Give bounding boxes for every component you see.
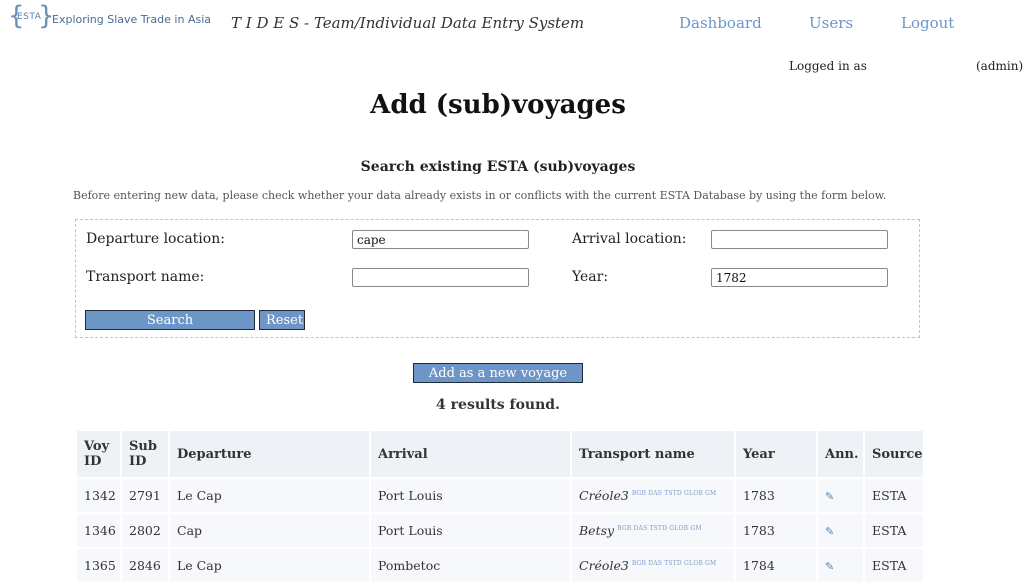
results-count: 4 results found. bbox=[436, 397, 560, 413]
voy-id-link[interactable]: 1365 bbox=[77, 549, 120, 582]
departure-cell: Le Cap bbox=[170, 479, 369, 512]
header-voy-id-line2: ID bbox=[84, 454, 102, 469]
header: { ESTA } Exploring Slave Trade in Asia T… bbox=[0, 0, 1024, 50]
year-cell: 1783 bbox=[736, 514, 816, 547]
year-input[interactable] bbox=[711, 268, 888, 287]
add-new-voyage-button[interactable]: Add as a new voyage bbox=[413, 363, 583, 383]
header-year[interactable]: Year bbox=[736, 431, 816, 477]
table-header-row: Voy ID Sub ID Departure Arrival Transport … bbox=[77, 431, 923, 477]
voy-id-link[interactable]: 1342 bbox=[77, 479, 120, 512]
annotation-cell: ✎ bbox=[818, 479, 863, 512]
header-annotation[interactable]: Ann. bbox=[818, 431, 863, 477]
brace-right-icon: } bbox=[38, 1, 55, 31]
year-label: Year: bbox=[572, 269, 609, 285]
arrival-cell: Port Louis bbox=[371, 479, 570, 512]
logged-in-label: Logged in as bbox=[789, 59, 867, 73]
sub-id-link[interactable]: 2802 bbox=[122, 514, 168, 547]
user-role: (admin) bbox=[976, 59, 1024, 73]
nav-logout[interactable]: Logout bbox=[901, 14, 954, 32]
transport-name-label: Transport name: bbox=[86, 269, 205, 285]
search-intro-text: Before entering new data, please check w… bbox=[73, 189, 887, 202]
pencil-icon[interactable]: ✎ bbox=[825, 560, 834, 573]
results-table: Voy ID Sub ID Departure Arrival Transport … bbox=[75, 429, 925, 584]
transport-name: Créole3 bbox=[579, 558, 629, 573]
sub-id-link[interactable]: 2791 bbox=[122, 479, 168, 512]
arrival-input[interactable] bbox=[711, 230, 888, 249]
logo-text: Exploring Slave Trade in Asia bbox=[52, 12, 212, 26]
transport-cell: Betsy BGB DAS TSTD GLOB GM bbox=[572, 514, 734, 547]
departure-input[interactable] bbox=[352, 230, 529, 249]
search-form: Departure location: Arrival location: Tr… bbox=[75, 219, 920, 338]
table-row: 1365 2846 Le Cap Pombetoc Créole3 BGB DAS… bbox=[77, 549, 923, 582]
transport-cell: Créole3 BGB DAS TSTD GLOB GM bbox=[572, 479, 734, 512]
annotation-cell: ✎ bbox=[818, 514, 863, 547]
header-transport-name[interactable]: Transport name bbox=[572, 431, 734, 477]
header-voy-id-line1: Voy bbox=[84, 439, 110, 454]
app-title: T I D E S - Team/Individual Data Entry S… bbox=[231, 14, 585, 32]
source-tags: BGB DAS TSTD GLOB GM bbox=[631, 559, 717, 567]
page-title: Add (sub)voyages bbox=[370, 90, 626, 120]
voy-id-link[interactable]: 1346 bbox=[77, 514, 120, 547]
esta-logo-mark: { ESTA } bbox=[8, 1, 55, 34]
header-sub-id-line2: ID bbox=[129, 454, 147, 469]
departure-label: Departure location: bbox=[86, 231, 225, 247]
search-section-title: Search existing ESTA (sub)voyages bbox=[360, 159, 636, 175]
departure-cell: Le Cap bbox=[170, 549, 369, 582]
transport-name-input[interactable] bbox=[352, 268, 529, 287]
header-sub-id[interactable]: Sub ID bbox=[122, 431, 168, 477]
annotation-cell: ✎ bbox=[818, 549, 863, 582]
year-cell: 1783 bbox=[736, 479, 816, 512]
year-cell: 1784 bbox=[736, 549, 816, 582]
source-cell: ESTA bbox=[865, 479, 923, 512]
source-tags: BGB DAS TSTD GLOB GM bbox=[617, 524, 702, 532]
header-voy-id[interactable]: Voy ID bbox=[77, 431, 120, 477]
arrival-cell: Pombetoc bbox=[371, 549, 570, 582]
transport-cell: Créole3 BGB DAS TSTD GLOB GM bbox=[572, 549, 734, 582]
source-cell: ESTA bbox=[865, 549, 923, 582]
transport-name: Betsy bbox=[579, 523, 615, 538]
reset-button[interactable]: Reset bbox=[259, 310, 305, 330]
search-button[interactable]: Search bbox=[85, 310, 255, 330]
header-departure[interactable]: Departure bbox=[170, 431, 369, 477]
arrival-label: Arrival location: bbox=[572, 231, 687, 247]
transport-name: Créole3 bbox=[579, 488, 629, 503]
esta-logo[interactable]: { ESTA } Exploring Slave Trade in Asia bbox=[8, 1, 212, 34]
nav-dashboard[interactable]: Dashboard bbox=[679, 14, 762, 32]
pencil-icon[interactable]: ✎ bbox=[825, 490, 834, 503]
source-cell: ESTA bbox=[865, 514, 923, 547]
table-row: 1342 2791 Le Cap Port Louis Créole3 BGB D… bbox=[77, 479, 923, 512]
pencil-icon[interactable]: ✎ bbox=[825, 525, 834, 538]
header-source[interactable]: Source bbox=[865, 431, 923, 477]
sub-id-link[interactable]: 2846 bbox=[122, 549, 168, 582]
header-arrival[interactable]: Arrival bbox=[371, 431, 570, 477]
header-sub-id-line1: Sub bbox=[129, 439, 157, 454]
table-row: 1346 2802 Cap Port Louis Betsy BGB DAS TS… bbox=[77, 514, 923, 547]
departure-cell: Cap bbox=[170, 514, 369, 547]
arrival-cell: Port Louis bbox=[371, 514, 570, 547]
nav-users[interactable]: Users bbox=[809, 14, 853, 32]
source-tags: BGB DAS TSTD GLOB GM bbox=[631, 489, 717, 497]
